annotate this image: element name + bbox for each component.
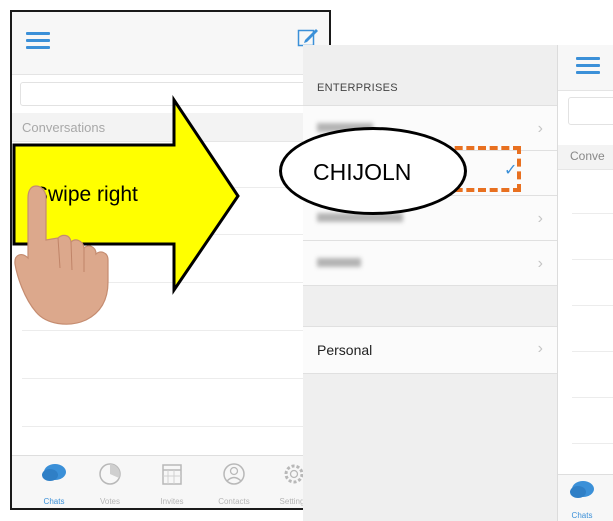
- checkmark-icon: ✓: [504, 162, 518, 179]
- pointing-hand-icon: [14, 185, 109, 325]
- selected-enterprise-name: CHIJOLN: [313, 159, 412, 185]
